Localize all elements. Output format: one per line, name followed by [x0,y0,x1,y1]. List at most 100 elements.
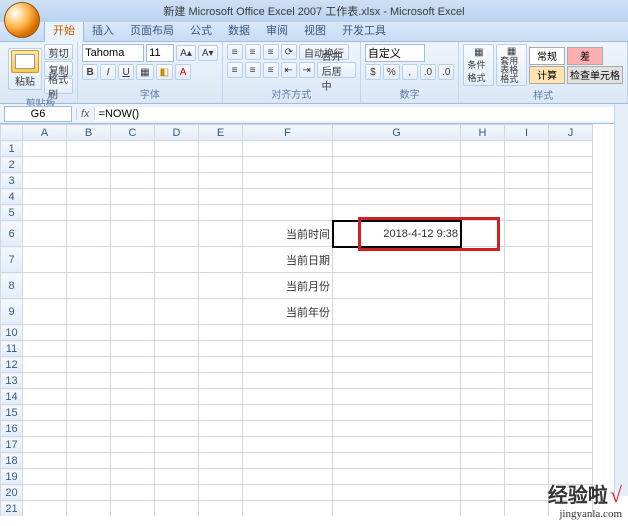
cell[interactable] [199,325,243,341]
cell[interactable] [23,437,67,453]
cell[interactable] [461,341,505,357]
tab-formulas[interactable]: 公式 [182,19,220,41]
cell[interactable] [549,141,593,157]
cell[interactable] [111,373,155,389]
row-header[interactable]: 14 [1,389,23,405]
cell[interactable] [505,273,549,299]
cell[interactable] [461,373,505,389]
cell[interactable] [199,341,243,357]
italic-button[interactable]: I [100,64,116,80]
align-center-button[interactable]: ≡ [245,62,261,78]
style-bad[interactable]: 差 [567,47,603,65]
cell[interactable] [461,247,505,273]
cell[interactable] [243,501,333,517]
cell[interactable] [23,189,67,205]
cell[interactable] [461,273,505,299]
orientation-button[interactable]: ⟳ [281,44,297,60]
cell[interactable] [155,389,199,405]
cell[interactable] [199,437,243,453]
cell[interactable] [461,173,505,189]
cell[interactable] [333,421,461,437]
cell[interactable] [155,421,199,437]
cell[interactable] [23,173,67,189]
cell[interactable] [461,421,505,437]
cell[interactable] [23,141,67,157]
cell[interactable] [199,469,243,485]
col-header-F[interactable]: F [243,125,333,141]
row-header[interactable]: 21 [1,501,23,517]
paste-button[interactable]: 粘贴 [8,48,42,90]
cell[interactable] [155,341,199,357]
cell[interactable] [505,141,549,157]
cell[interactable] [23,389,67,405]
cell[interactable] [23,273,67,299]
cell[interactable] [67,437,111,453]
cell[interactable] [461,157,505,173]
cell[interactable] [111,247,155,273]
cell[interactable] [549,221,593,247]
cell[interactable] [67,173,111,189]
cell[interactable] [505,299,549,325]
row-header[interactable]: 7 [1,247,23,273]
cell[interactable] [505,357,549,373]
select-all-corner[interactable] [1,125,23,141]
fill-color-button[interactable]: ◧ [156,64,173,80]
cell[interactable] [67,141,111,157]
cell[interactable] [333,341,461,357]
cell[interactable] [549,453,593,469]
cell[interactable] [505,247,549,273]
cell[interactable] [111,437,155,453]
cell[interactable] [111,469,155,485]
cell[interactable] [549,341,593,357]
cell[interactable] [549,157,593,173]
cell[interactable] [333,453,461,469]
cell[interactable] [549,205,593,221]
cell[interactable] [67,247,111,273]
cell[interactable] [155,299,199,325]
cell[interactable] [461,469,505,485]
cell[interactable] [199,373,243,389]
cell[interactable] [199,141,243,157]
align-middle-button[interactable]: ≡ [245,44,261,60]
col-header-G[interactable]: G [333,125,461,141]
cell[interactable] [155,437,199,453]
cell[interactable] [199,501,243,517]
name-box[interactable]: G6 [4,106,72,122]
cell[interactable] [243,189,333,205]
cell[interactable] [243,389,333,405]
tab-developer[interactable]: 开发工具 [334,19,394,41]
col-header-I[interactable]: I [505,125,549,141]
font-color-button[interactable]: A [175,64,191,80]
cell[interactable] [549,421,593,437]
cell[interactable] [243,485,333,501]
cell[interactable] [505,501,549,517]
cell[interactable] [333,405,461,421]
cell[interactable] [67,421,111,437]
align-right-button[interactable]: ≡ [263,62,279,78]
col-header-H[interactable]: H [461,125,505,141]
cell[interactable] [549,325,593,341]
cell[interactable] [111,189,155,205]
cell[interactable] [461,189,505,205]
cell[interactable] [111,357,155,373]
cell[interactable] [549,173,593,189]
cell[interactable] [23,325,67,341]
cell[interactable] [243,141,333,157]
cell[interactable] [549,273,593,299]
row-header[interactable]: 11 [1,341,23,357]
cell[interactable] [333,485,461,501]
cell[interactable] [505,157,549,173]
row-header[interactable]: 18 [1,453,23,469]
cell[interactable] [333,373,461,389]
row-header[interactable]: 12 [1,357,23,373]
number-format-select[interactable] [365,44,425,62]
cell[interactable] [333,141,461,157]
cell[interactable] [23,341,67,357]
cell[interactable] [67,469,111,485]
cell[interactable] [111,389,155,405]
cell[interactable] [111,405,155,421]
cell[interactable] [111,205,155,221]
cell[interactable] [23,247,67,273]
row-header[interactable]: 6 [1,221,23,247]
cell[interactable] [23,453,67,469]
